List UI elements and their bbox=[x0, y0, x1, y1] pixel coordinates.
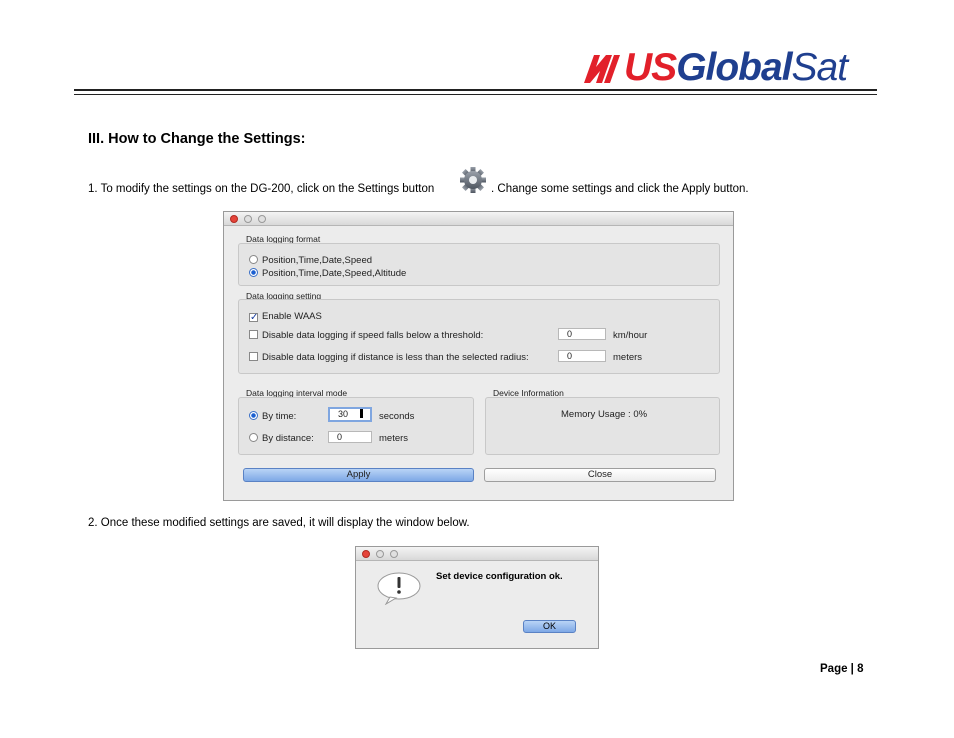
speed-threshold-label: Disable data logging if speed falls belo… bbox=[262, 330, 484, 341]
text-caret bbox=[360, 409, 364, 418]
ok-button[interactable]: OK bbox=[523, 620, 576, 633]
header-rule bbox=[74, 89, 877, 91]
alert-bubble-icon bbox=[377, 572, 421, 605]
section-heading: III. How to Change the Settings: bbox=[88, 131, 306, 147]
minimize-window-icon[interactable] bbox=[376, 550, 384, 558]
format-option-1-label: Position,Time,Date,Speed bbox=[262, 255, 373, 266]
speed-threshold-row[interactable]: Disable data logging if speed falls belo… bbox=[249, 330, 483, 341]
by-time-row[interactable]: By time: bbox=[249, 411, 296, 422]
enable-waas-label: Enable WAAS bbox=[262, 311, 322, 322]
radius-row[interactable]: Disable data logging if distance is less… bbox=[249, 352, 529, 363]
gear-icon bbox=[460, 167, 486, 193]
speed-threshold-input[interactable]: 0 bbox=[558, 328, 606, 340]
checkbox-icon[interactable] bbox=[249, 352, 258, 361]
close-window-icon[interactable] bbox=[362, 550, 370, 558]
radius-label: Disable data logging if distance is less… bbox=[262, 352, 529, 363]
zoom-window-icon[interactable] bbox=[258, 215, 266, 223]
format-option-1[interactable]: Position,Time,Date,Speed bbox=[249, 255, 372, 266]
confirmation-message: Set device configuration ok. bbox=[436, 571, 563, 582]
dialog-titlebar bbox=[224, 212, 733, 226]
by-distance-label: By distance: bbox=[262, 433, 314, 444]
by-time-value: 30 bbox=[338, 409, 349, 419]
speed-unit: km/hour bbox=[613, 330, 648, 341]
usglobalsat-logo: USGlobalSat bbox=[580, 46, 880, 89]
logo-text: USGlobalSat bbox=[624, 44, 849, 92]
radius-input[interactable]: 0 bbox=[558, 350, 606, 362]
settings-dialog: Data logging format Position,Time,Date,S… bbox=[223, 211, 734, 501]
step1-text-before: 1. To modify the settings on the DG-200,… bbox=[88, 183, 435, 195]
by-distance-unit: meters bbox=[379, 433, 409, 444]
logo-sat: Sat bbox=[791, 46, 849, 89]
confirmation-dialog: Set device configuration ok. OK bbox=[355, 546, 599, 649]
device-info-group: Memory Usage : 0% bbox=[485, 397, 720, 455]
radio-icon[interactable] bbox=[249, 433, 258, 442]
logging-setting-group: ✓ Enable WAAS Disable data logging if spe… bbox=[238, 299, 720, 374]
page-number: Page | 8 bbox=[820, 663, 864, 675]
format-option-2-label: Position,Time,Date,Speed,Altitude bbox=[262, 268, 407, 279]
zoom-window-icon[interactable] bbox=[390, 550, 398, 558]
interval-mode-group: By time: 30 seconds By distance: 0 meter… bbox=[238, 397, 474, 455]
by-time-unit: seconds bbox=[379, 411, 415, 422]
dialog-titlebar bbox=[356, 547, 598, 561]
close-window-icon[interactable] bbox=[230, 215, 238, 223]
checkbox-icon[interactable] bbox=[249, 330, 258, 339]
by-distance-input[interactable]: 0 bbox=[328, 431, 372, 443]
radio-selected-icon[interactable] bbox=[249, 268, 258, 277]
logging-format-group: Position,Time,Date,Speed Position,Time,D… bbox=[238, 243, 720, 286]
step2-text: 2. Once these modified settings are save… bbox=[88, 517, 470, 529]
by-time-input[interactable]: 30 bbox=[328, 407, 372, 422]
by-distance-row[interactable]: By distance: bbox=[249, 433, 314, 444]
minimize-window-icon[interactable] bbox=[244, 215, 252, 223]
step1-text-after: . Change some settings and click the App… bbox=[491, 183, 749, 195]
logo-us: US bbox=[624, 46, 677, 89]
apply-button[interactable]: Apply bbox=[243, 468, 474, 482]
format-option-2[interactable]: Position,Time,Date,Speed,Altitude bbox=[249, 268, 406, 279]
close-button[interactable]: Close bbox=[484, 468, 716, 482]
enable-waas-row[interactable]: ✓ Enable WAAS bbox=[249, 311, 322, 323]
radius-unit: meters bbox=[613, 352, 643, 363]
memory-usage: Memory Usage : 0% bbox=[561, 409, 648, 420]
by-time-label: By time: bbox=[262, 411, 297, 422]
header-rule-thin bbox=[74, 94, 877, 95]
logo-global: Global bbox=[676, 46, 792, 89]
radio-selected-icon[interactable] bbox=[249, 411, 258, 420]
logo-mark-icon bbox=[584, 55, 620, 83]
radio-icon[interactable] bbox=[249, 255, 258, 264]
checkbox-checked-icon[interactable]: ✓ bbox=[249, 313, 258, 323]
